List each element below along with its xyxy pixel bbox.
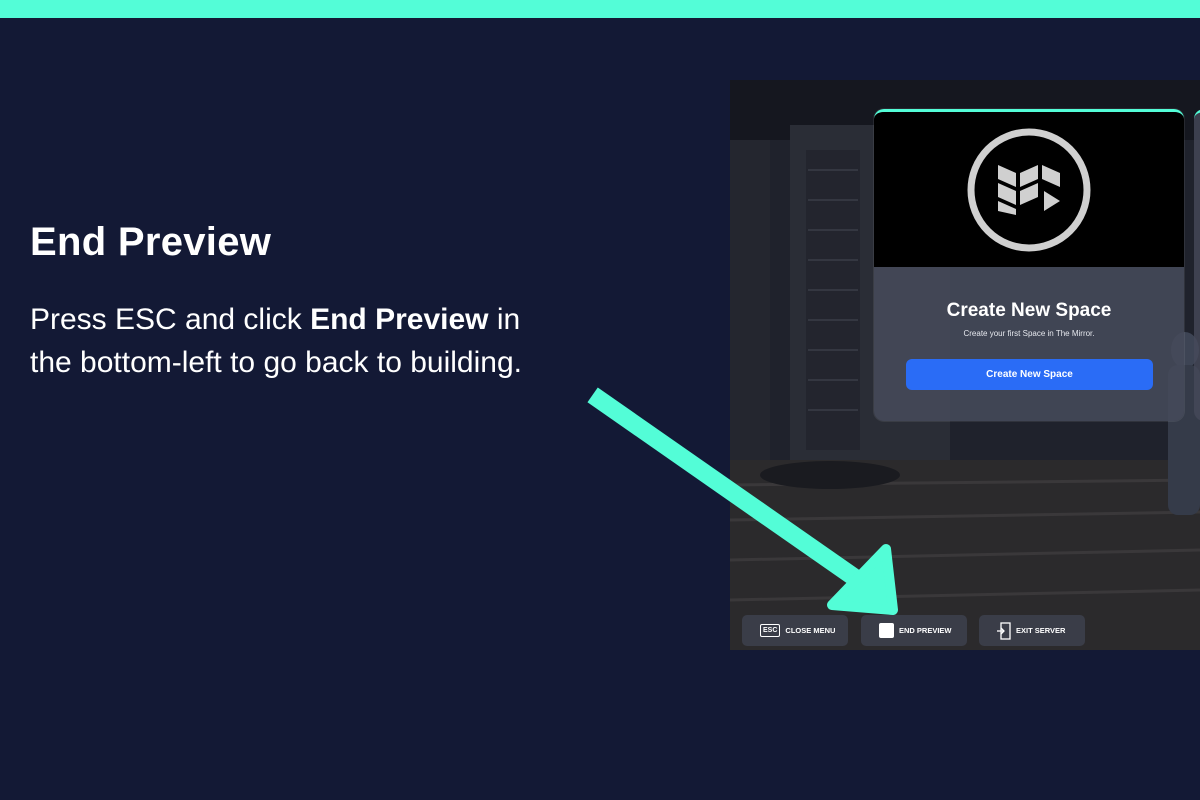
slide-instructions: Press ESC and click End Preview in the b… bbox=[30, 298, 570, 384]
close-menu-label: CLOSE MENU bbox=[785, 626, 836, 635]
instructions-highlight: End Preview bbox=[310, 303, 489, 336]
logo-banner bbox=[874, 112, 1184, 267]
end-preview-button[interactable]: END PREVIEW bbox=[861, 615, 967, 646]
close-menu-button[interactable]: ESC CLOSE MENU bbox=[742, 615, 848, 646]
create-space-modal: Create New Space Create your first Space… bbox=[874, 109, 1184, 421]
modal-title: Create New Space bbox=[946, 300, 1112, 321]
exit-server-button[interactable]: EXIT SERVER bbox=[979, 615, 1085, 646]
slide-title: End Preview bbox=[30, 220, 272, 264]
esc-key-icon: ESC bbox=[760, 624, 781, 637]
end-preview-label: END PREVIEW bbox=[899, 626, 952, 635]
create-new-space-button[interactable]: Create New Space bbox=[906, 359, 1153, 390]
exit-server-label: EXIT SERVER bbox=[1016, 626, 1066, 635]
square-icon bbox=[879, 623, 894, 638]
accent-top-bar bbox=[0, 0, 1200, 18]
game-screenshot: Create New Space Create your first Space… bbox=[730, 80, 1200, 650]
the-mirror-logo-icon bbox=[967, 128, 1091, 251]
instructions-prefix: Press ESC and click bbox=[30, 303, 311, 336]
modal-subtitle: Create your first Space in The Mirror. bbox=[963, 329, 1095, 338]
exit-door-icon bbox=[997, 621, 1011, 640]
next-card-edge bbox=[1194, 109, 1200, 421]
